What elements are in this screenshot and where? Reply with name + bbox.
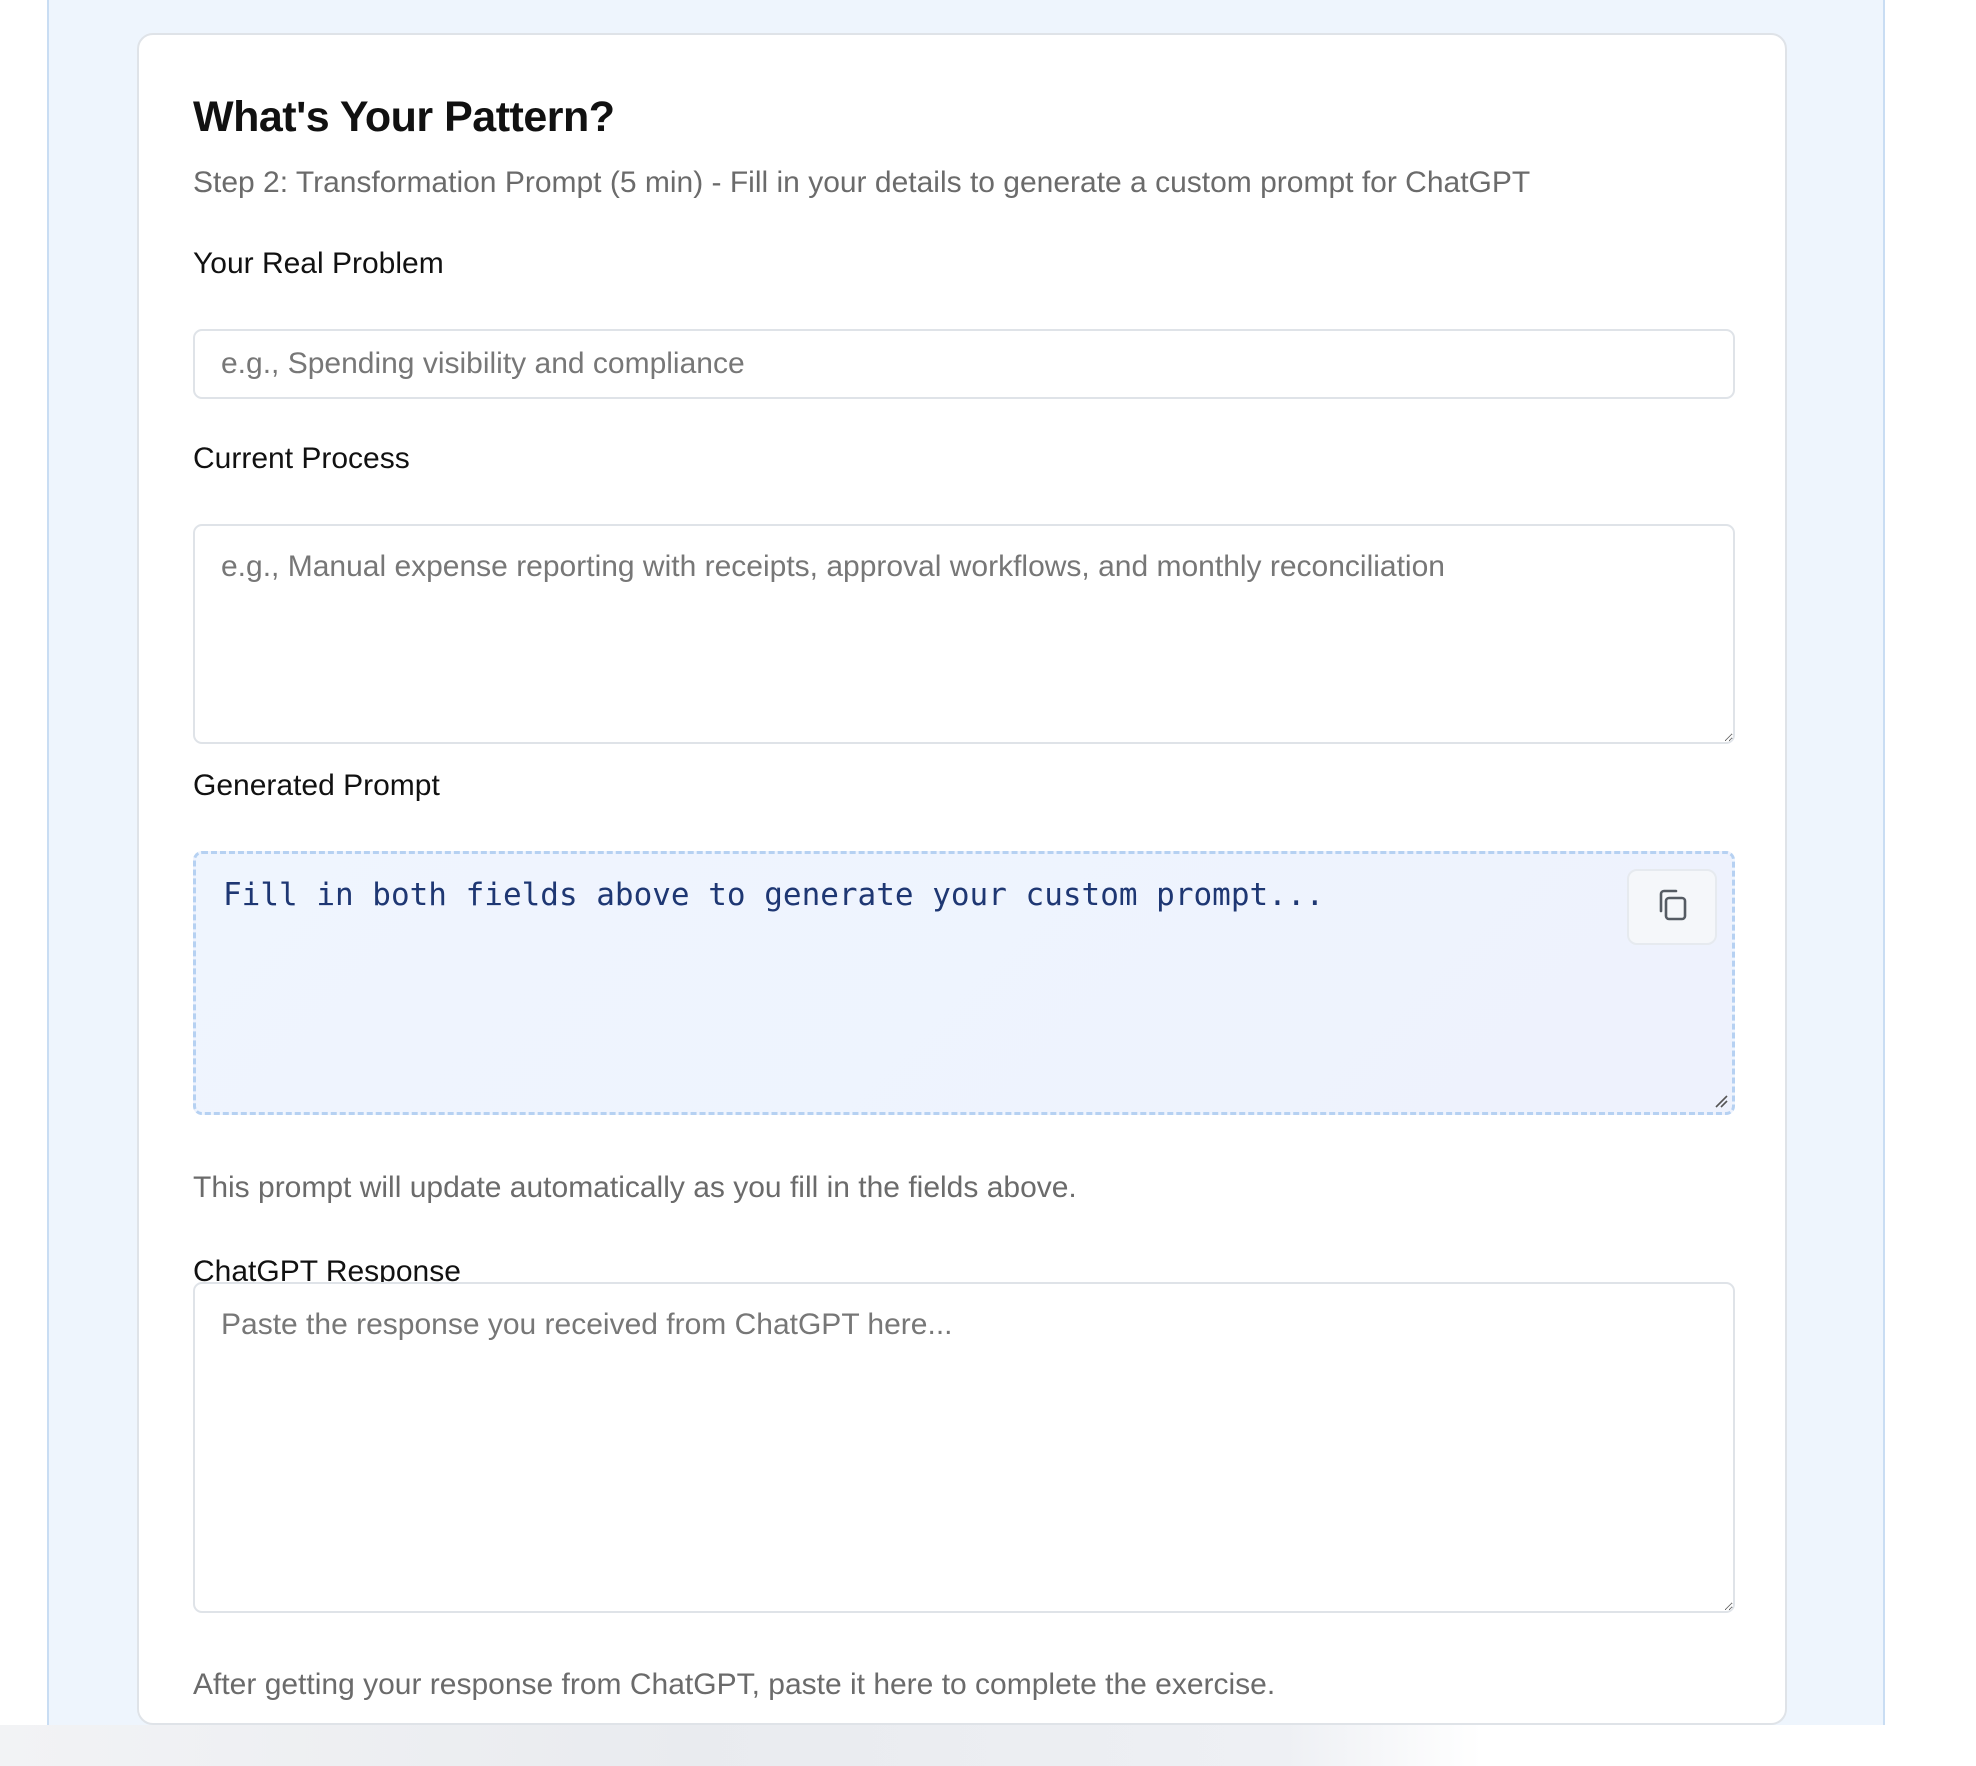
generated-prompt-label: Generated Prompt — [193, 769, 440, 802]
problem-input[interactable] — [193, 329, 1735, 399]
response-helper: After getting your response from ChatGPT… — [193, 1668, 1276, 1701]
resize-grip-icon[interactable] — [1714, 1094, 1728, 1108]
process-label: Current Process — [193, 442, 410, 475]
generated-prompt-box[interactable]: Fill in both fields above to generate yo… — [193, 851, 1735, 1115]
card-title: What's Your Pattern? — [193, 93, 615, 141]
copy-button[interactable] — [1627, 869, 1717, 945]
pattern-card: What's Your Pattern? Step 2: Transformat… — [137, 33, 1787, 1725]
bottom-shadow — [0, 1725, 1976, 1766]
generated-prompt-text: Fill in both fields above to generate yo… — [223, 877, 1325, 913]
process-textarea[interactable] — [193, 524, 1735, 744]
card-subtitle: Step 2: Transformation Prompt (5 min) - … — [193, 166, 1531, 199]
response-textarea[interactable] — [193, 1282, 1735, 1613]
generated-prompt-helper: This prompt will update automatically as… — [193, 1171, 1077, 1204]
problem-label: Your Real Problem — [193, 247, 444, 280]
copy-icon — [1655, 887, 1689, 928]
